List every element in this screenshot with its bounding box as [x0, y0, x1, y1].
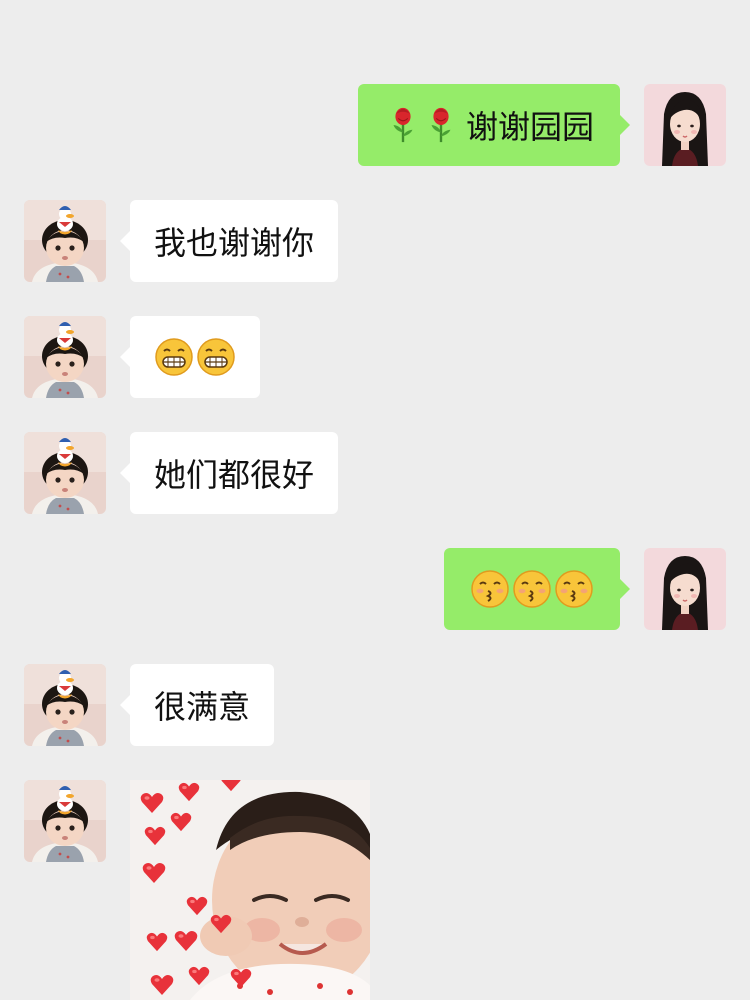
me-avatar[interactable] [644, 548, 726, 630]
kissing-icon [554, 569, 594, 609]
message-text: 我也谢谢你 [154, 224, 315, 262]
friend-avatar[interactable] [24, 316, 106, 398]
rose-icon [384, 105, 422, 145]
friend-avatar[interactable] [24, 664, 106, 746]
grin-icon [154, 337, 194, 377]
message-row: 很满意 [0, 664, 750, 746]
friend-avatar[interactable] [24, 200, 106, 282]
message-row: 我也谢谢你 [0, 200, 750, 282]
message-row: 谢谢园园 [0, 84, 750, 166]
message-text: 很满意 [154, 688, 251, 726]
message-text: 谢谢园园 [465, 108, 594, 146]
friend-avatar[interactable] [24, 780, 106, 862]
message-row: 她们都很好 [0, 432, 750, 514]
kissing-icon [512, 569, 552, 609]
outgoing-message-bubble[interactable] [444, 548, 630, 630]
rose-icon [422, 105, 460, 145]
message-text: 她们都很好 [154, 456, 315, 494]
message-row [0, 316, 750, 398]
baby-hearts-sticker[interactable] [130, 780, 370, 1000]
incoming-message-bubble[interactable]: 她们都很好 [119, 432, 339, 514]
incoming-message-bubble[interactable] [120, 316, 260, 398]
friend-avatar[interactable] [24, 432, 106, 514]
me-avatar[interactable] [644, 84, 726, 166]
grin-icon [196, 337, 236, 377]
outgoing-message-bubble[interactable]: 谢谢园园 [357, 84, 631, 166]
message-row [0, 780, 750, 1000]
incoming-message-bubble[interactable]: 很满意 [119, 664, 275, 746]
incoming-message-bubble[interactable]: 我也谢谢你 [119, 200, 339, 282]
message-row [0, 548, 750, 630]
kissing-icon [470, 569, 510, 609]
